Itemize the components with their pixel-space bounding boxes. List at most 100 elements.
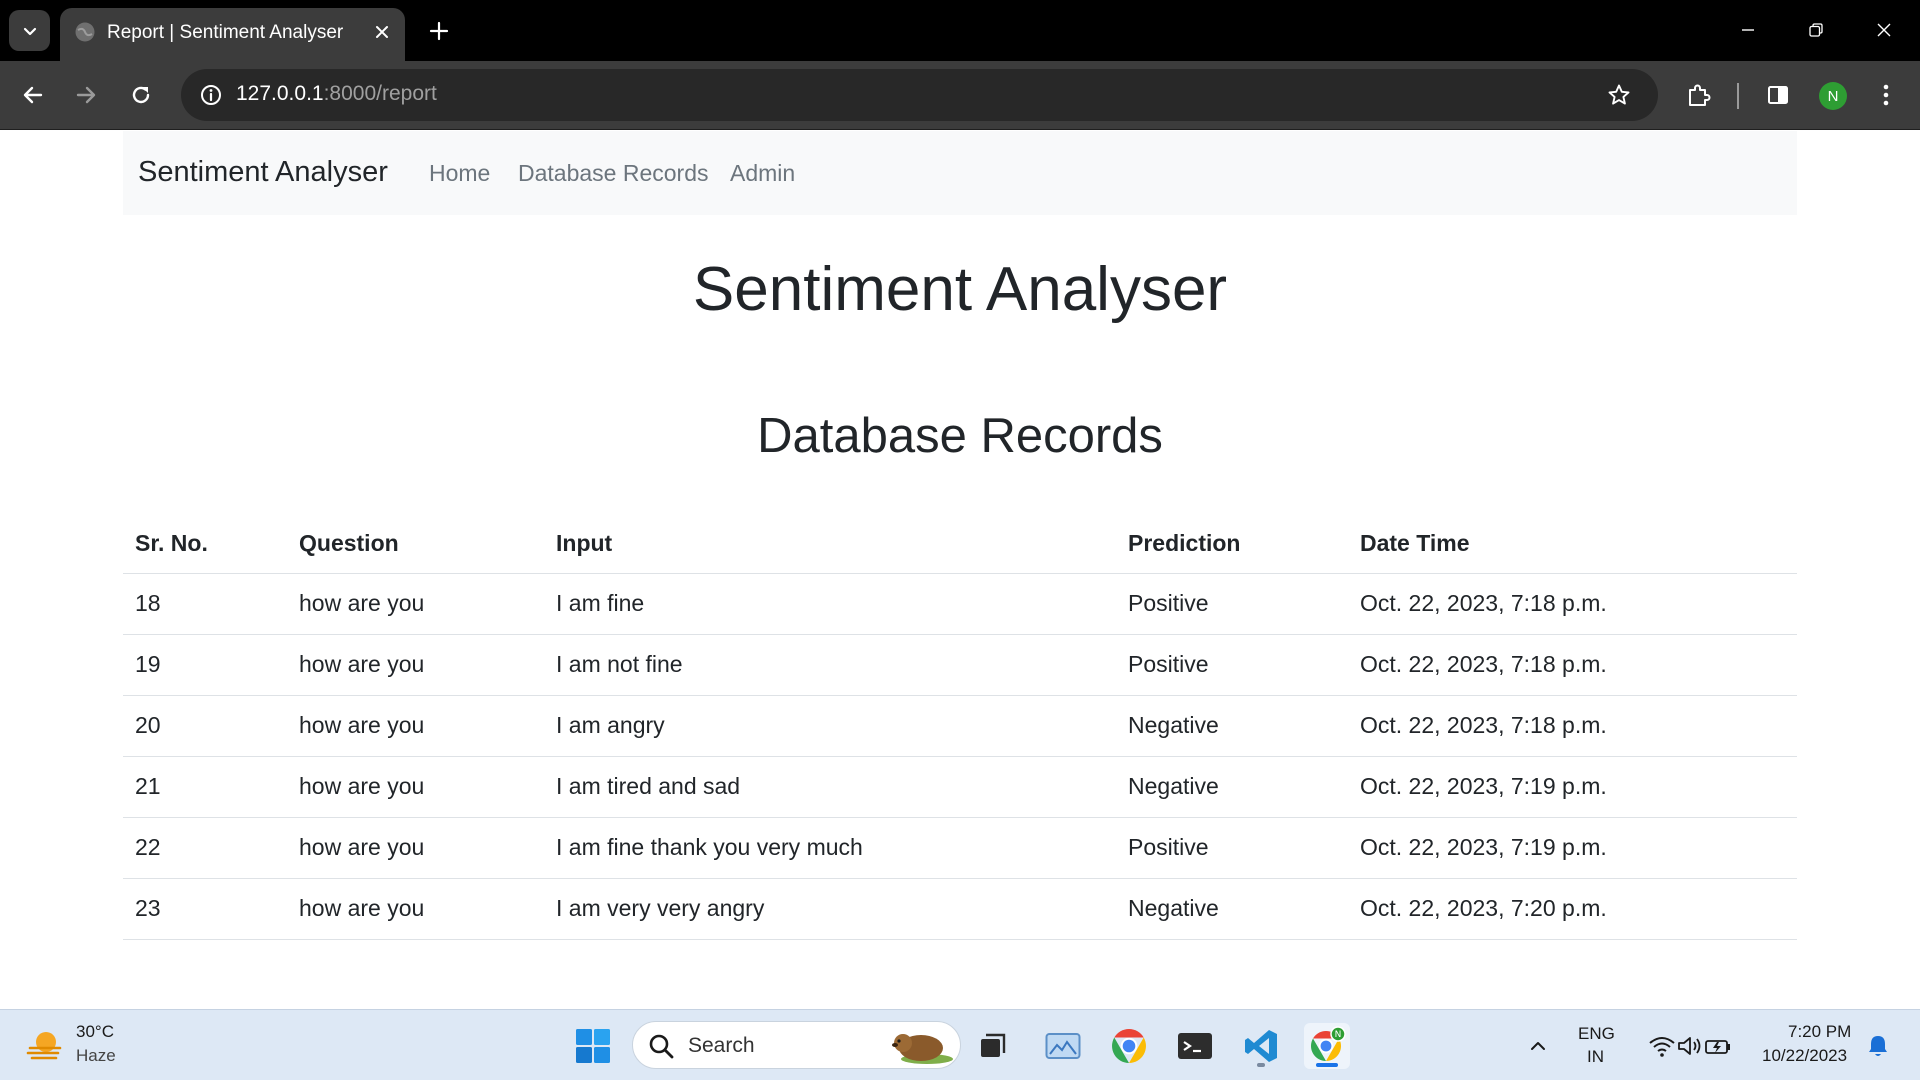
- nav-link-database-records[interactable]: Database Records: [518, 160, 709, 187]
- arrow-left-icon: [23, 86, 43, 104]
- quick-settings-button[interactable]: [1638, 1023, 1742, 1069]
- url-path: :8000/report: [323, 82, 437, 105]
- table-row: 22 how are you I am fine thank you very …: [123, 817, 1797, 879]
- bookmark-button[interactable]: [1601, 77, 1637, 113]
- cell-prediction: Negative: [1116, 695, 1348, 757]
- cell-question: how are you: [287, 695, 544, 757]
- cell-question: how are you: [287, 634, 544, 696]
- chrome-profile-icon: N: [1310, 1026, 1346, 1061]
- browser-toolbar: 127.0.0.1:8000/report N: [0, 61, 1920, 130]
- battery-charging-icon: [1705, 1040, 1730, 1054]
- globe-icon: [75, 22, 95, 42]
- chrome-icon: [1112, 1029, 1146, 1063]
- tab-close-button[interactable]: [368, 18, 396, 46]
- browser-menu-button[interactable]: [1866, 75, 1906, 115]
- tab-search-button[interactable]: [9, 10, 50, 51]
- reload-icon: [132, 86, 150, 104]
- cell-sr-no: 22: [123, 817, 287, 879]
- browser-tab-strip: Report | Sentiment Analyser: [0, 0, 1920, 61]
- browser-tab-active[interactable]: Report | Sentiment Analyser: [60, 8, 405, 61]
- task-view-button[interactable]: [970, 1023, 1016, 1069]
- language-code: ENG: [1578, 1024, 1615, 1043]
- cell-input: I am angry: [544, 695, 1116, 757]
- weather-temperature: 30°C: [76, 1022, 114, 1041]
- column-header-prediction: Prediction: [1116, 515, 1348, 574]
- taskbar-app-chrome-profile[interactable]: N: [1304, 1023, 1350, 1069]
- star-icon: [1608, 84, 1630, 105]
- start-button[interactable]: [570, 1023, 616, 1069]
- show-hidden-icons-button[interactable]: [1515, 1023, 1561, 1069]
- cell-question: how are you: [287, 573, 544, 635]
- column-header-input: Input: [544, 515, 1116, 574]
- vscode-icon: [1245, 1030, 1277, 1062]
- weather-description: Haze: [76, 1046, 116, 1065]
- nav-link-home[interactable]: Home: [429, 160, 490, 187]
- search-label: Search: [688, 1034, 755, 1057]
- cell-sr-no: 18: [123, 573, 287, 635]
- table-row: 21 how are you I am tired and sad Negati…: [123, 756, 1797, 818]
- puzzle-icon: [1689, 84, 1711, 106]
- nav-link-admin[interactable]: Admin: [730, 160, 795, 187]
- cell-date-time: Oct. 22, 2023, 7:20 p.m.: [1348, 878, 1797, 940]
- cell-sr-no: 21: [123, 756, 287, 818]
- search-highlight-image: [892, 1034, 953, 1064]
- taskbar-search[interactable]: Search: [632, 1021, 961, 1069]
- close-window-button[interactable]: [1860, 10, 1908, 50]
- chevron-up-icon: [1531, 1042, 1545, 1050]
- side-panel-icon: [1768, 86, 1788, 104]
- back-button[interactable]: [13, 75, 53, 115]
- minimize-button[interactable]: [1724, 10, 1772, 50]
- url-text[interactable]: 127.0.0.1:8000/report: [236, 82, 437, 106]
- column-header-date-time: Date Time: [1348, 515, 1797, 574]
- close-icon: [1877, 23, 1891, 37]
- restore-icon: [1809, 23, 1823, 37]
- reload-button[interactable]: [121, 75, 161, 115]
- os-taskbar: 30°C Haze Search N ENG IN 7:20 PM 10/22/…: [0, 1009, 1920, 1080]
- cell-input: I am tired and sad: [544, 756, 1116, 818]
- cell-prediction: Negative: [1116, 878, 1348, 940]
- cell-prediction: Positive: [1116, 634, 1348, 696]
- tab-title: Report | Sentiment Analyser: [107, 22, 344, 43]
- new-tab-button[interactable]: [422, 14, 456, 48]
- cell-question: how are you: [287, 756, 544, 818]
- extensions-button[interactable]: [1679, 75, 1719, 115]
- cell-question: how are you: [287, 817, 544, 879]
- taskbar-app-vscode[interactable]: [1238, 1023, 1284, 1069]
- running-indicator: [1257, 1063, 1265, 1067]
- cell-date-time: Oct. 22, 2023, 7:19 p.m.: [1348, 817, 1797, 879]
- profile-avatar[interactable]: N: [1819, 82, 1847, 110]
- cell-question: how are you: [287, 878, 544, 940]
- forward-button[interactable]: [66, 75, 106, 115]
- minimize-icon: [1742, 29, 1754, 31]
- wifi-icon: [1649, 1037, 1675, 1057]
- cell-date-time: Oct. 22, 2023, 7:19 p.m.: [1348, 756, 1797, 818]
- cell-prediction: Positive: [1116, 817, 1348, 879]
- cell-input: I am not fine: [544, 634, 1116, 696]
- more-vertical-icon: [1883, 84, 1889, 106]
- cell-input: I am fine: [544, 573, 1116, 635]
- notifications-button[interactable]: [1856, 1023, 1900, 1069]
- taskbar-app-chrome[interactable]: [1106, 1023, 1152, 1069]
- clock-date: 10/22/2023: [1762, 1046, 1848, 1065]
- toolbar-divider: [1737, 83, 1739, 109]
- volume-icon: [1678, 1037, 1701, 1055]
- restore-button[interactable]: [1792, 10, 1840, 50]
- address-bar[interactable]: 127.0.0.1:8000/report: [181, 69, 1658, 121]
- windows-logo-icon: [576, 1029, 610, 1063]
- side-panel-button[interactable]: [1758, 75, 1798, 115]
- column-header-sr-no: Sr. No.: [123, 515, 287, 574]
- cell-sr-no: 19: [123, 634, 287, 696]
- section-title: Database Records: [757, 409, 1163, 463]
- taskbar-app-photos[interactable]: [1040, 1023, 1086, 1069]
- table-row: 23 how are you I am very very angry Nega…: [123, 878, 1797, 940]
- cell-input: I am fine thank you very much: [544, 817, 1116, 879]
- table-row: 18 how are you I am fine Positive Oct. 2…: [123, 573, 1797, 635]
- site-info-button[interactable]: [193, 77, 229, 113]
- image-viewer-icon: [1045, 1033, 1081, 1059]
- search-icon: [649, 1034, 674, 1059]
- navbar-brand[interactable]: Sentiment Analyser: [138, 156, 388, 189]
- taskbar-app-terminal[interactable]: [1172, 1023, 1218, 1069]
- clock-time: 7:20 PM: [1788, 1022, 1852, 1041]
- cell-sr-no: 20: [123, 695, 287, 757]
- table-header-row: Sr. No. Question Input Prediction Date T…: [123, 515, 1797, 574]
